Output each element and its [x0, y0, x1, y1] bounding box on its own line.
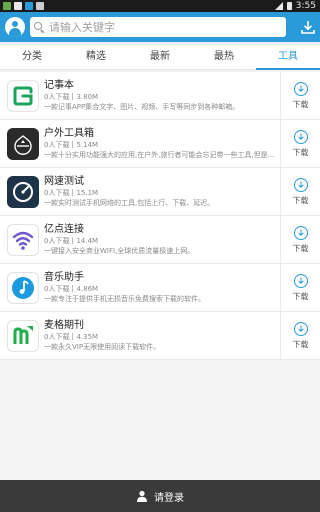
notification-app-icon — [14, 2, 22, 10]
download-manager-icon[interactable] — [298, 17, 318, 37]
battery-icon — [286, 2, 292, 10]
download-count: 0人下载 — [44, 237, 70, 245]
app-meta: 0人下载 4.86M — [44, 284, 280, 294]
magazine-icon — [7, 319, 39, 352]
download-icon — [293, 273, 308, 288]
app-description: 一款十分实用功能强大的应用,在户外,旅行者可能会忘记带一些工具,但是... — [44, 151, 275, 159]
search-icon — [34, 21, 45, 33]
signal-icon — [274, 2, 283, 10]
list-item[interactable]: 记事本 0人下载 3.80M 一款记事APP集合文字、图片、视频、手写等同步到各种… — [0, 72, 320, 120]
app-description: 一款记事APP集合文字、图片、视频、手写等同步到各种邮箱。 — [44, 103, 240, 111]
notification-icons — [0, 2, 44, 10]
download-icon — [293, 81, 308, 96]
download-button[interactable]: 下载 — [280, 168, 320, 215]
list-item[interactable]: 户外工具箱 0人下载 5.14M 一款十分实用功能强大的应用,在户外,旅行者可能会… — [0, 120, 320, 168]
download-icon — [293, 129, 308, 144]
file-size: 15.1M — [76, 189, 99, 197]
list-item[interactable]: 网速测试 0人下载 15.1M 一款实时测试手机网络的工具,包括上行、下载、延迟。… — [0, 168, 320, 216]
login-label: 请登录 — [154, 492, 184, 504]
download-icon — [293, 177, 308, 192]
download-label: 下载 — [292, 243, 309, 253]
download-button[interactable]: 下载 — [280, 216, 320, 263]
user-avatar-icon[interactable] — [5, 17, 25, 37]
download-icon — [293, 225, 308, 240]
app-name: 户外工具箱 — [44, 128, 94, 139]
app-name: 网速测试 — [44, 176, 84, 187]
file-size: 5.14M — [76, 141, 99, 149]
download-label: 下载 — [292, 291, 309, 301]
download-button[interactable]: 下载 — [280, 120, 320, 167]
app-description: 一款实时测试手机网络的工具,包括上行、下载、延迟。 — [44, 199, 215, 207]
tab-tools[interactable]: 工具 — [256, 46, 320, 70]
download-count: 0人下载 — [44, 333, 70, 341]
list-item[interactable]: 麦格期刊 0人下载 4.35M 一款永久VIP无限使用阅读下载软件。 下载 — [0, 312, 320, 360]
file-size: 14.4M — [76, 237, 99, 245]
category-tabs: 分类 精选 最新 最热 工具 — [0, 46, 320, 70]
tab-hottest[interactable]: 最热 — [192, 46, 256, 69]
app-name: 记事本 — [44, 80, 74, 91]
file-size: 4.86M — [76, 285, 99, 293]
app-meta: 0人下载 3.80M — [44, 92, 280, 102]
tab-featured[interactable]: 精选 — [64, 46, 128, 69]
download-label: 下载 — [292, 147, 309, 157]
app-header — [0, 12, 320, 42]
download-count: 0人下载 — [44, 141, 70, 149]
search-input[interactable] — [49, 20, 279, 34]
notification-app-icon — [25, 2, 33, 10]
list-item[interactable]: 亿点连接 0人下载 14.4M 一键接入安全商业WIFI,全球优质流量极速上网。 … — [0, 216, 320, 264]
download-button[interactable]: 下载 — [280, 264, 320, 311]
download-label: 下载 — [292, 339, 309, 349]
app-meta: 0人下载 4.35M — [44, 332, 280, 342]
app-meta: 0人下载 15.1M — [44, 188, 280, 198]
app-list: 记事本 0人下载 3.80M 一款记事APP集合文字、图片、视频、手写等同步到各种… — [0, 72, 320, 360]
wifi-icon — [7, 223, 39, 256]
download-button[interactable]: 下载 — [280, 72, 320, 119]
search-box[interactable] — [30, 17, 286, 37]
clock: 3:55 — [295, 1, 316, 11]
list-item[interactable]: 音乐助手 0人下载 4.86M 一款专注于提供手机无损音乐免费搜索下载的软件。 下… — [0, 264, 320, 312]
download-count: 0人下载 — [44, 93, 70, 101]
file-size: 3.80M — [76, 93, 99, 101]
app-description: 一款永久VIP无限使用阅读下载软件。 — [44, 343, 161, 351]
download-button[interactable]: 下载 — [280, 312, 320, 359]
notification-app-icon — [3, 2, 11, 10]
login-bar[interactable]: 请登录 — [0, 480, 320, 512]
notification-app-icon — [36, 2, 44, 10]
download-label: 下载 — [292, 195, 309, 205]
download-icon — [293, 321, 308, 336]
app-name: 音乐助手 — [44, 272, 84, 283]
outdoor-toolbox-icon — [7, 127, 39, 160]
app-description: 一键接入安全商业WIFI,全球优质流量极速上网。 — [44, 247, 195, 255]
tab-latest[interactable]: 最新 — [128, 46, 192, 69]
music-note-icon — [7, 271, 39, 304]
notepad-icon — [7, 79, 39, 112]
file-size: 4.35M — [76, 333, 99, 341]
speedometer-icon — [7, 175, 39, 208]
app-name: 亿点连接 — [44, 224, 84, 235]
tab-category[interactable]: 分类 — [0, 46, 64, 69]
download-count: 0人下载 — [44, 189, 70, 197]
status-bar: 3:55 — [0, 0, 320, 12]
download-count: 0人下载 — [44, 285, 70, 293]
download-label: 下载 — [292, 99, 309, 109]
app-meta: 0人下载 14.4M — [44, 236, 280, 246]
user-icon — [136, 487, 148, 506]
app-description: 一款专注于提供手机无损音乐免费搜索下载的软件。 — [44, 295, 205, 303]
app-meta: 0人下载 5.14M — [44, 140, 280, 150]
app-name: 麦格期刊 — [44, 320, 84, 331]
